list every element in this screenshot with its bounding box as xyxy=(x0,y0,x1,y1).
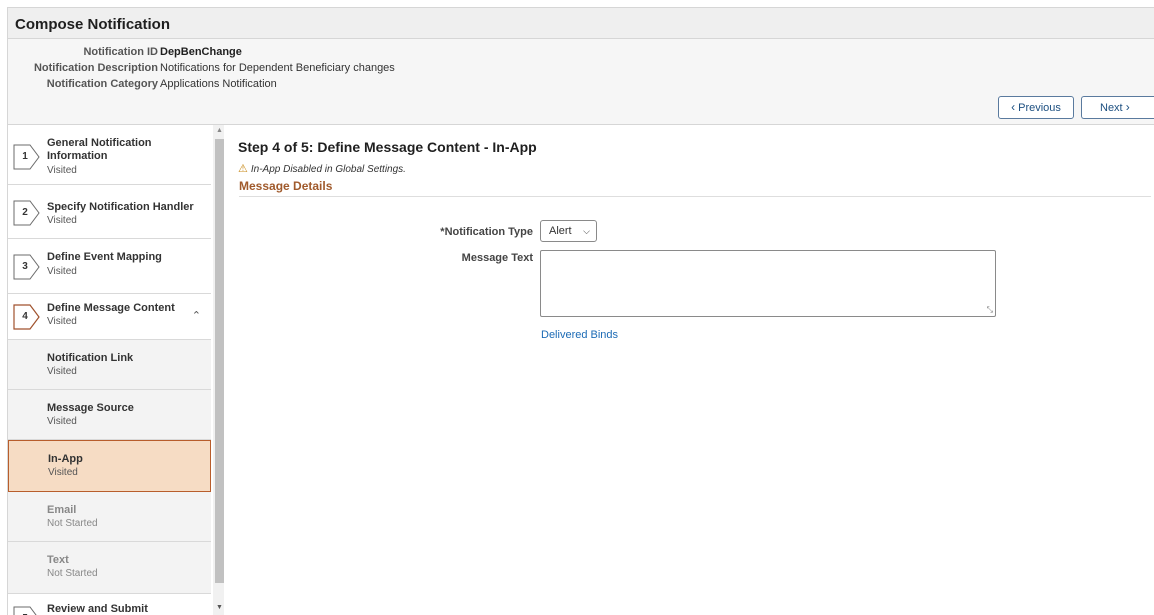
next-button[interactable]: Next › xyxy=(1081,96,1154,119)
step-number-badge: 1 xyxy=(13,144,41,170)
train-substep-text[interactable]: Text Not Started xyxy=(8,542,211,594)
page-header: Compose Notification xyxy=(7,7,1154,39)
step-status: Visited xyxy=(47,215,77,226)
notification-type-label: *Notification Type xyxy=(440,226,533,238)
page-title: Compose Notification xyxy=(15,16,171,33)
substep-status: Visited xyxy=(47,416,77,427)
train-scrollbar[interactable]: ▲ ▼ xyxy=(213,125,224,615)
warning-icon: ⚠ xyxy=(238,163,248,175)
notification-description-label: Notification Description xyxy=(33,62,158,74)
substep-title: Message Source xyxy=(47,402,134,414)
train-step-2[interactable]: 2 Specify Notification Handler Visited xyxy=(8,185,211,239)
step-title: General Notification Information xyxy=(47,137,152,162)
message-text-label: Message Text xyxy=(461,252,533,264)
train-substep-in-app[interactable]: In-App Visited xyxy=(8,440,211,492)
step-status: Visited xyxy=(47,266,77,277)
train-step-1[interactable]: 1 General Notification Information Visit… xyxy=(8,125,211,185)
notification-id-value: DepBenChange xyxy=(160,46,242,58)
substep-title: Email xyxy=(47,504,77,516)
notification-category-value: Applications Notification xyxy=(160,78,277,90)
chevron-up-icon[interactable]: ⌃ xyxy=(192,309,201,322)
delivered-binds-link[interactable]: Delivered Binds xyxy=(541,329,618,341)
step-heading: Step 4 of 5: Define Message Content - In… xyxy=(238,139,537,155)
substep-title: Text xyxy=(47,554,69,566)
train-step-5[interactable]: 5 Review and Submit xyxy=(8,594,211,615)
section-divider xyxy=(239,196,1151,197)
scroll-down-icon[interactable]: ▼ xyxy=(216,604,223,611)
step-number-badge: 4 xyxy=(13,304,41,330)
substep-title: In-App xyxy=(48,453,83,465)
step-number-badge: 5 xyxy=(13,606,41,615)
step-status: Visited xyxy=(47,165,77,176)
step-status: Visited xyxy=(47,316,77,327)
substep-status: Not Started xyxy=(47,568,98,579)
step-train: 1 General Notification Information Visit… xyxy=(7,125,224,615)
step-number-badge: 2 xyxy=(13,200,41,226)
step-title: Define Message Content xyxy=(47,302,175,314)
substep-status: Visited xyxy=(48,467,78,478)
notification-category-label: Notification Category xyxy=(46,78,158,90)
chevron-right-icon: › xyxy=(1125,100,1130,114)
step-title: Define Event Mapping xyxy=(47,251,162,263)
previous-button[interactable]: ‹ Previous xyxy=(998,96,1074,119)
train-step-3[interactable]: 3 Define Event Mapping Visited xyxy=(8,239,211,294)
step-title: Review and Submit xyxy=(47,603,148,615)
message-text-input[interactable]: ⤡ xyxy=(540,250,996,317)
substep-status: Visited xyxy=(47,366,77,377)
chevron-down-icon: ⌵ xyxy=(583,226,590,236)
section-title: Message Details xyxy=(239,179,333,193)
scrollbar-thumb[interactable] xyxy=(215,139,224,583)
train-substep-message-source[interactable]: Message Source Visited xyxy=(8,390,211,440)
warning-message: ⚠ In-App Disabled in Global Settings. xyxy=(238,163,406,175)
substep-status: Not Started xyxy=(47,518,98,529)
notification-type-select[interactable]: Alert ⌵ xyxy=(540,220,597,242)
chevron-left-icon: ‹ xyxy=(1011,100,1016,114)
substep-title: Notification Link xyxy=(47,352,134,364)
train-step-4[interactable]: 4 Define Message Content Visited ⌃ xyxy=(8,294,211,340)
resize-handle-icon[interactable]: ⤡ xyxy=(987,305,993,315)
notification-description-value: Notifications for Dependent Beneficiary … xyxy=(160,62,395,74)
scroll-up-icon[interactable]: ▲ xyxy=(216,127,223,134)
train-substep-notification-link[interactable]: Notification Link Visited xyxy=(8,340,211,390)
step-number-badge: 3 xyxy=(13,254,41,280)
notification-id-label: Notification ID xyxy=(83,46,158,58)
train-substep-email[interactable]: Email Not Started xyxy=(8,492,211,542)
step-title: Specify Notification Handler xyxy=(47,201,194,213)
